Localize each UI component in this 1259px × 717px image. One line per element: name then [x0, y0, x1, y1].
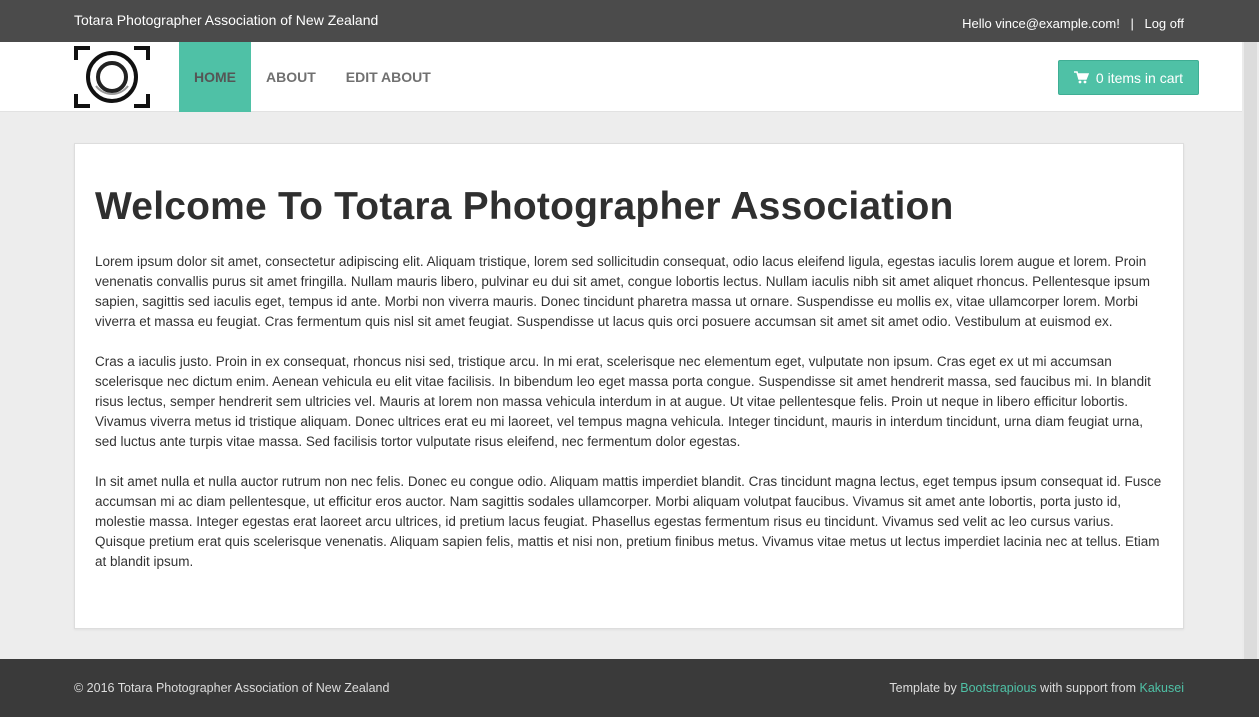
cart-label: 0 items in cart: [1095, 69, 1184, 86]
nav-links: HOME ABOUT EDIT ABOUT: [179, 42, 446, 112]
user-greeting: Hello vince@example.com!: [962, 16, 1120, 31]
separator: |: [1130, 16, 1134, 31]
page-title: Welcome To Totara Photographer Associati…: [95, 185, 954, 228]
copyright-text: © 2016 Totara Photographer Association o…: [74, 681, 390, 695]
support-text: with support from: [1036, 681, 1140, 695]
site-name: Totara Photographer Association of New Z…: [74, 12, 379, 28]
log-off-link[interactable]: Log off: [1144, 16, 1184, 31]
template-credit: Template by Bootstrapious with support f…: [889, 681, 1184, 695]
shopping-cart-icon: [1073, 71, 1089, 84]
scrollbar-thumb[interactable]: [1244, 42, 1257, 662]
content-card: Welcome To Totara Photographer Associati…: [74, 143, 1184, 629]
paragraph: Cras a iaculis justo. Proin in ex conseq…: [95, 354, 1151, 449]
nav-item-edit-about[interactable]: EDIT ABOUT: [331, 42, 446, 112]
top-bar: Totara Photographer Association of New Z…: [0, 0, 1259, 42]
nav-item-about[interactable]: ABOUT: [251, 42, 331, 112]
camera-focus-logo[interactable]: [74, 46, 150, 108]
kakusei-link[interactable]: Kakusei: [1140, 681, 1184, 695]
template-prefix: Template by: [889, 681, 961, 695]
cart-button[interactable]: 0 items in cart: [1058, 60, 1199, 95]
user-area: Hello vince@example.com! | Log off: [962, 16, 1184, 31]
main-navbar: HOME ABOUT EDIT ABOUT 0 items in cart: [0, 42, 1259, 112]
bootstrapious-link[interactable]: Bootstrapious: [960, 681, 1036, 695]
page-scrollbar[interactable]: [1242, 42, 1259, 717]
paragraph: In sit amet nulla et nulla auctor rutrum…: [95, 474, 1162, 569]
paragraph: Lorem ipsum dolor sit amet, consectetur …: [95, 254, 1151, 329]
nav-item-home[interactable]: HOME: [179, 42, 251, 112]
footer: © 2016 Totara Photographer Association o…: [0, 659, 1259, 717]
